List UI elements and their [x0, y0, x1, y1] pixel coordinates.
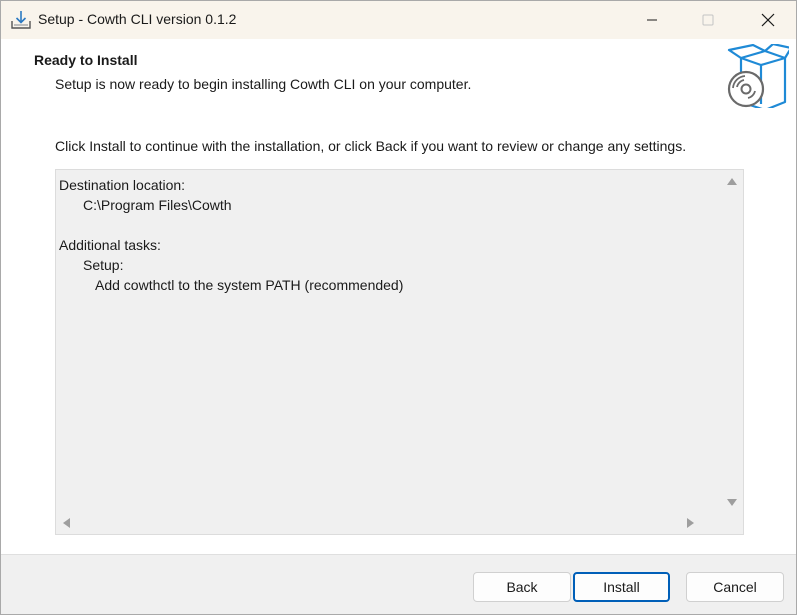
- box-with-disc-icon: [725, 42, 793, 112]
- scroll-down-icon[interactable]: [727, 499, 737, 506]
- memo-line: [59, 215, 403, 235]
- instructions-text: Click Install to continue with the insta…: [55, 138, 687, 154]
- memo-line: C:\Program Files\Cowth: [83, 197, 232, 213]
- wizard-header: Ready to Install Setup is now ready to b…: [1, 39, 796, 112]
- scroll-right-icon[interactable]: [687, 518, 694, 528]
- minimize-button[interactable]: [629, 1, 675, 39]
- page-subtitle: Setup is now ready to begin installing C…: [55, 76, 472, 92]
- setup-window: Setup - Cowth CLI version 0.1.2 Ready to…: [0, 0, 797, 615]
- scroll-left-icon[interactable]: [63, 518, 70, 528]
- memo-line: Setup:: [83, 257, 124, 273]
- memo-line: Additional tasks:: [59, 237, 161, 253]
- cancel-button[interactable]: Cancel: [686, 572, 784, 602]
- title-bar[interactable]: Setup - Cowth CLI version 0.1.2: [1, 1, 796, 39]
- vertical-scrollbar[interactable]: [721, 170, 743, 514]
- close-button[interactable]: [745, 1, 791, 39]
- maximize-icon: [702, 14, 714, 26]
- window-title: Setup - Cowth CLI version 0.1.2: [38, 11, 237, 27]
- horizontal-scrollbar[interactable]: [56, 512, 722, 534]
- memo-content: Destination location: C:\Program Files\Co…: [59, 175, 403, 295]
- page-title: Ready to Install: [34, 52, 138, 68]
- maximize-button[interactable]: [685, 1, 731, 39]
- memo-line: Destination location:: [59, 177, 186, 193]
- close-icon: [761, 13, 775, 27]
- setup-installer-icon: [10, 9, 32, 31]
- install-button[interactable]: Install: [573, 572, 670, 602]
- minimize-icon: [647, 19, 657, 21]
- ready-memo[interactable]: Destination location: C:\Program Files\Co…: [55, 169, 744, 535]
- memo-line: Add cowthctl to the system PATH (recomme…: [95, 277, 404, 293]
- back-button[interactable]: Back: [473, 572, 571, 602]
- wizard-footer: Back Install Cancel: [1, 554, 796, 614]
- scroll-up-icon[interactable]: [727, 178, 737, 185]
